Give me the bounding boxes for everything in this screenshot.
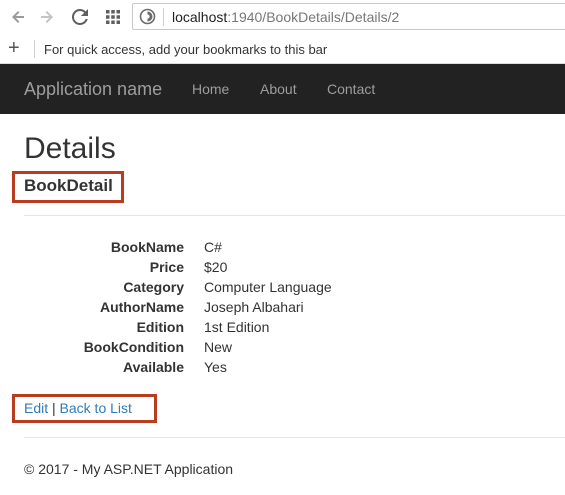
edit-link[interactable]: Edit <box>24 400 48 416</box>
field-row-bookname: BookName C# <box>0 237 565 257</box>
reload-icon[interactable] <box>69 6 91 28</box>
bookmarks-hint: For quick access, add your bookmarks to … <box>44 42 328 57</box>
page-title: Details <box>24 132 116 165</box>
footer-text: © 2017 - My ASP.NET Application <box>24 461 234 477</box>
field-label: Price <box>149 259 184 275</box>
field-row-authorname: AuthorName Joseph Albahari <box>0 297 565 317</box>
page-subtitle: BookDetail <box>24 176 113 195</box>
field-label: BookName <box>110 239 184 255</box>
brand-link[interactable]: Application name <box>24 79 162 99</box>
field-label: AuthorName <box>99 299 184 315</box>
forward-arrow-icon[interactable] <box>36 6 58 28</box>
field-row-edition: Edition 1st Edition <box>0 317 565 337</box>
url-text[interactable]: localhost:1940/BookDetails/Details/2 <box>172 9 399 25</box>
url-path: :1940/BookDetails/Details/2 <box>227 9 400 25</box>
apps-grid-icon[interactable] <box>102 6 124 28</box>
field-row-category: Category Computer Language <box>0 277 565 297</box>
nav-link-about[interactable]: About <box>260 81 297 97</box>
browser-toolbar: localhost:1940/BookDetails/Details/2 <box>0 0 565 34</box>
field-row-bookcondition: BookCondition New <box>0 337 565 357</box>
field-label: BookCondition <box>83 339 184 355</box>
field-value: Computer Language <box>204 279 332 295</box>
nav-link-contact[interactable]: Contact <box>327 81 375 97</box>
field-row-available: Available Yes <box>0 357 565 377</box>
back-arrow-icon[interactable] <box>7 6 29 28</box>
field-label: Category <box>123 279 184 295</box>
field-label: Edition <box>136 319 184 335</box>
footer-divider <box>24 437 565 438</box>
nav-link-home[interactable]: Home <box>192 81 229 97</box>
field-value: Joseph Albahari <box>204 299 304 315</box>
bookmarks-bar: + For quick access, add your bookmarks t… <box>0 34 565 64</box>
field-label: Available <box>123 359 184 375</box>
field-value: $20 <box>204 259 228 275</box>
app-navbar: Application name Home About Contact <box>0 64 565 114</box>
field-value: C# <box>204 239 222 255</box>
field-value: Yes <box>204 359 227 375</box>
field-value: 1st Edition <box>204 319 270 335</box>
address-separator <box>163 8 164 26</box>
field-row-price: Price $20 <box>0 257 565 277</box>
link-separator: | <box>52 400 56 416</box>
action-links: Edit | Back to List <box>24 399 132 417</box>
divider <box>24 215 565 216</box>
plus-icon[interactable]: + <box>8 37 20 59</box>
url-host: localhost <box>172 9 228 25</box>
site-info-icon[interactable] <box>139 8 156 25</box>
address-bar[interactable]: localhost:1940/BookDetails/Details/2 <box>132 3 565 30</box>
field-value: New <box>204 339 233 355</box>
back-to-list-link[interactable]: Back to List <box>60 400 132 416</box>
bookmarks-separator <box>34 40 35 58</box>
